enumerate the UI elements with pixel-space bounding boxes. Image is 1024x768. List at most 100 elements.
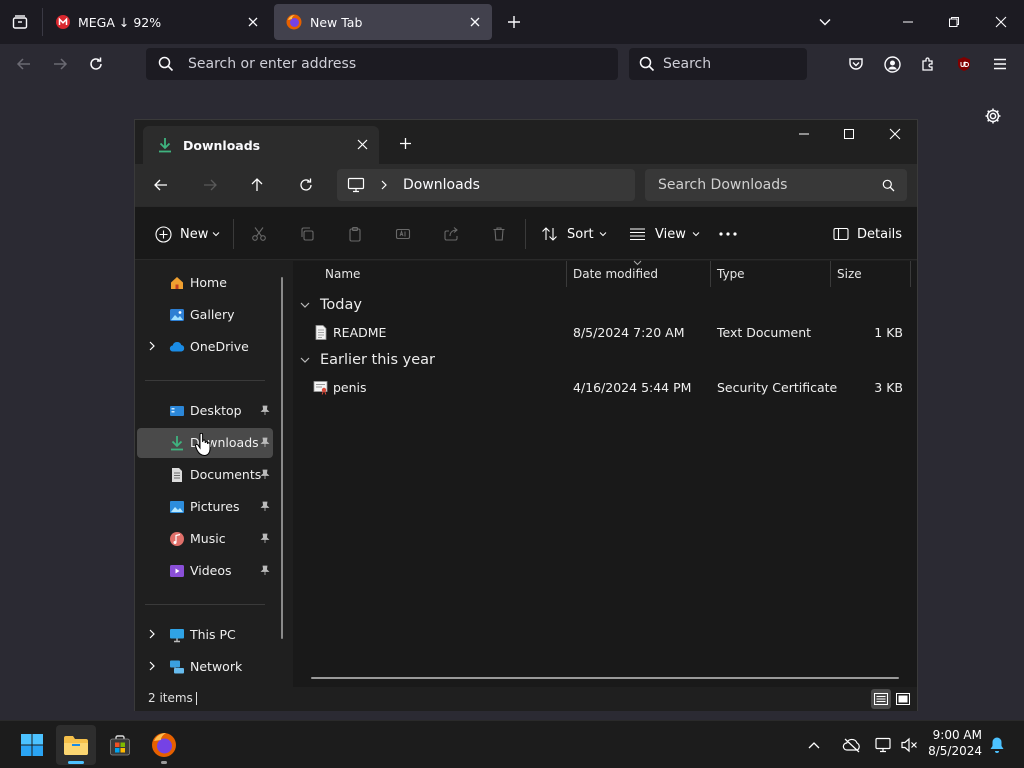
volume-tray-button[interactable] [896,725,922,765]
paste-button[interactable] [347,221,363,247]
explorer-close-button[interactable] [881,120,909,148]
close-tab-icon[interactable] [468,15,482,29]
store-icon [110,735,130,756]
column-header-date-modified[interactable]: Date modified [567,260,711,287]
pin-icon[interactable] [260,469,270,480]
back-button[interactable] [10,50,38,78]
chevron-right-icon[interactable] [147,629,157,639]
search-bar[interactable]: Search [629,48,807,80]
status-separator [196,692,197,705]
share-button[interactable] [443,221,459,247]
nav-pane-scrollbar[interactable] [281,277,283,639]
copy-button[interactable] [299,221,315,247]
pin-icon[interactable] [260,405,270,416]
pin-icon[interactable] [260,501,270,512]
rename-button[interactable] [395,221,411,247]
tab-new-tab[interactable]: New Tab [274,4,492,40]
reload-button[interactable] [82,50,110,78]
nav-item-gallery[interactable]: Gallery [137,300,273,330]
url-bar[interactable]: Search or enter address [146,48,618,80]
pocket-icon [849,58,863,70]
taskbar-app-microsoft-store[interactable] [100,725,140,765]
more-options-button[interactable] [719,221,737,247]
notifications-button[interactable] [984,725,1010,765]
group-header-today[interactable]: Today [299,293,362,317]
customize-new-tab-button[interactable] [979,102,1007,130]
ublock-button[interactable] [950,50,978,78]
column-header-type[interactable]: Type [711,261,831,287]
file-row[interactable]: penis 4/16/2024 5:44 PM Security Certifi… [293,375,913,401]
pin-icon[interactable] [260,437,270,448]
explorer-maximize-button[interactable] [835,120,863,148]
account-button[interactable] [878,50,906,78]
group-header-earlier-this-year[interactable]: Earlier this year [299,348,435,372]
close-window-button[interactable] [987,8,1015,36]
details-view-icon [874,693,888,705]
new-button[interactable]: New [155,221,220,247]
cut-button[interactable] [251,221,267,247]
nav-item-pictures[interactable]: Pictures [137,492,273,522]
explorer-back-button[interactable] [145,171,177,199]
explorer-tab-label: Downloads [183,137,261,153]
tab-mega[interactable]: MEGA ↓ 92% [44,4,270,40]
view-button[interactable]: View [629,221,700,247]
taskbar-app-firefox[interactable] [144,725,184,765]
nav-item-this-pc[interactable]: This PC [137,620,273,650]
tiles-view-button[interactable] [893,689,913,709]
nav-item-music[interactable]: Music [137,524,273,554]
tab-label: New Tab [310,14,363,30]
chevron-right-icon[interactable] [379,180,389,190]
breadcrumb-current[interactable]: Downloads [403,177,480,193]
onedrive-tray-button[interactable] [838,725,866,765]
menu-button[interactable] [986,50,1014,78]
extensions-button[interactable] [914,50,942,78]
chevron-right-icon[interactable] [147,661,157,671]
taskbar-app-file-explorer[interactable] [56,725,96,765]
new-tab-button[interactable] [500,8,528,36]
chevron-down-icon [300,302,310,308]
file-name: README [333,325,387,340]
explorer-up-button[interactable] [241,171,273,199]
file-row[interactable]: README 8/5/2024 7:20 AM Text Document 1 … [293,320,913,346]
delete-button[interactable] [491,221,507,247]
column-header-size[interactable]: Size [831,261,911,287]
minimize-button[interactable] [894,8,922,36]
nav-item-documents[interactable]: Documents [137,460,273,490]
tab-label: MEGA ↓ 92% [78,14,162,30]
restore-button[interactable] [940,8,968,36]
list-all-tabs-button[interactable] [811,8,839,36]
pin-icon[interactable] [260,565,270,576]
details-pane-button[interactable]: Details [833,221,902,247]
firefox-view-icon [12,15,28,29]
pocket-button[interactable] [842,50,870,78]
explorer-search-box[interactable]: Search Downloads [645,169,907,201]
explorer-tab-downloads[interactable]: Downloads [143,126,379,164]
pin-icon[interactable] [260,533,270,544]
details-view-button[interactable] [871,689,891,709]
network-tray-button[interactable] [870,725,898,765]
sort-button[interactable]: Sort [541,221,607,247]
explorer-minimize-button[interactable] [790,120,818,148]
nav-item-onedrive[interactable]: OneDrive [137,332,273,362]
chevron-up-icon [808,742,820,749]
firefox-view-button[interactable] [6,8,34,36]
show-hidden-icons-button[interactable] [800,725,828,765]
nav-item-network[interactable]: Network [137,652,273,682]
breadcrumb[interactable]: Downloads [337,169,635,201]
explorer-refresh-button[interactable] [290,171,322,199]
nav-item-desktop[interactable]: Desktop [137,396,273,426]
nav-item-home[interactable]: Home [137,268,273,298]
explorer-forward-button[interactable] [194,171,226,199]
document-icon [172,468,182,482]
nav-item-videos[interactable]: Videos [137,556,273,586]
start-button[interactable] [12,725,52,765]
trash-icon [493,227,505,241]
close-tab-icon[interactable] [246,15,260,29]
clock[interactable]: 9:00 AM 8/5/2024 [924,727,982,763]
horizontal-scrollbar[interactable] [311,677,899,679]
close-tab-icon[interactable] [356,138,369,151]
explorer-new-tab-button[interactable] [391,129,419,157]
chevron-right-icon[interactable] [147,341,157,351]
forward-button[interactable] [46,50,74,78]
column-header-name[interactable]: Name [319,261,567,287]
